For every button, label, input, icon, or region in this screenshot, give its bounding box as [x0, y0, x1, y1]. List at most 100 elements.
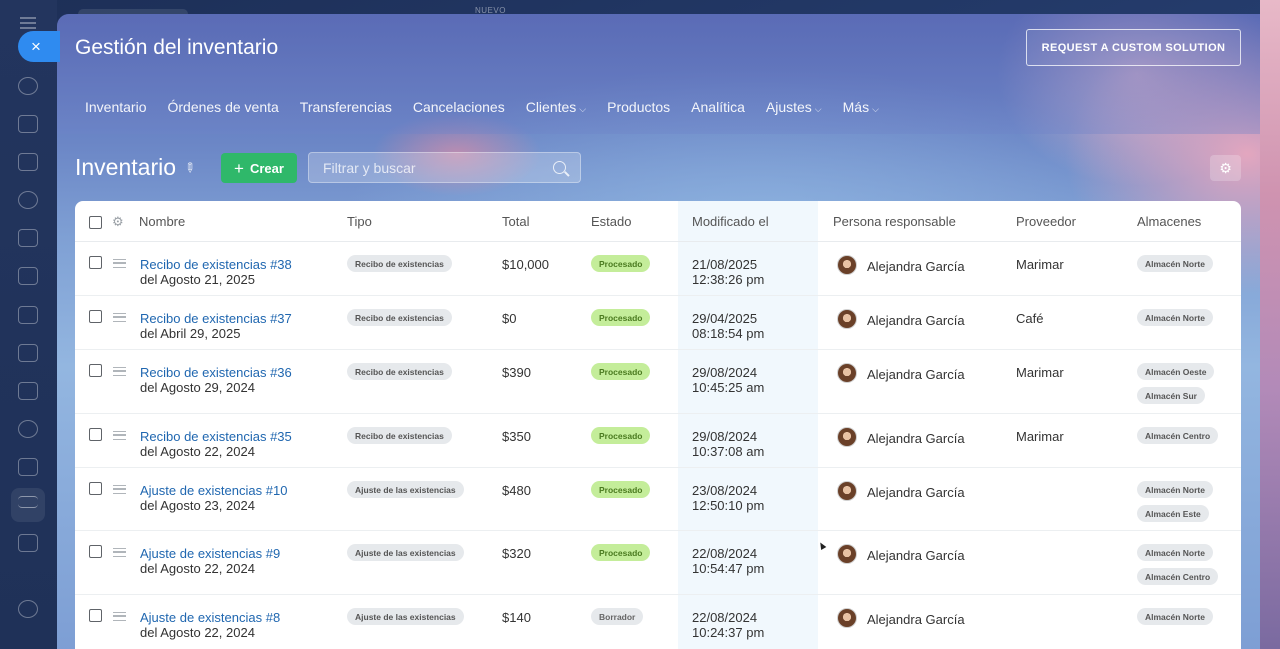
inventory-panel: Gestión del inventario REQUEST A CUSTOM …	[57, 14, 1260, 649]
calendar-icon[interactable]	[18, 229, 38, 247]
table-row[interactable]: Recibo de existencias #35 del Agosto 22, …	[75, 414, 1241, 468]
row-checkbox[interactable]	[89, 364, 102, 377]
responsible-person[interactable]: Alejandra García	[867, 548, 965, 563]
avatar[interactable]	[837, 363, 857, 383]
row-checkbox[interactable]	[89, 256, 102, 269]
settings-hex-icon[interactable]	[18, 191, 38, 209]
settings-gear-button[interactable]: ⚙	[1210, 155, 1241, 181]
row-name-link[interactable]: Recibo de existencias #37	[140, 311, 292, 326]
nav-item-7[interactable]: Ajustes ⌵	[756, 99, 833, 115]
nav-item-8[interactable]: Más ⌵	[833, 99, 890, 115]
chevron-down-icon: ⌵	[872, 104, 879, 114]
row-name-link[interactable]: Recibo de existencias #36	[140, 365, 292, 380]
row-name-link[interactable]: Ajuste de existencias #10	[140, 483, 287, 498]
nav-item-6[interactable]: Analítica	[681, 99, 756, 115]
nav-item-0[interactable]: Inventario	[75, 99, 157, 115]
activity-icon[interactable]	[18, 77, 38, 95]
select-all-checkbox[interactable]	[89, 216, 102, 229]
drag-handle-icon[interactable]	[113, 431, 126, 440]
search-input[interactable]	[323, 159, 543, 176]
row-total: $480	[502, 483, 531, 498]
row-name-link[interactable]: Recibo de existencias #35	[140, 429, 292, 444]
drag-handle-icon[interactable]	[113, 367, 126, 376]
drag-handle-icon[interactable]	[113, 612, 126, 621]
row-name-link[interactable]: Ajuste de existencias #8	[140, 610, 280, 625]
document-icon[interactable]	[18, 267, 38, 285]
board-icon[interactable]	[18, 306, 38, 324]
row-checkbox[interactable]	[89, 310, 102, 323]
responsible-person[interactable]: Alejandra García	[867, 367, 965, 382]
close-button[interactable]: ×	[18, 31, 60, 62]
inventory-icon[interactable]	[18, 496, 38, 508]
pin-icon[interactable]: ✎	[180, 158, 199, 177]
warehouse-badge: Almacén Sur	[1137, 387, 1205, 404]
nav-item-3[interactable]: Cancelaciones	[403, 99, 516, 115]
table-row[interactable]: Recibo de existencias #38 del Agosto 21, …	[75, 242, 1241, 296]
table-row[interactable]: Ajuste de existencias #9 del Agosto 22, 2…	[75, 531, 1241, 595]
mail-icon[interactable]	[18, 382, 38, 400]
table-header: ⚙ Nombre Tipo Total Estado Modificado el…	[75, 201, 1241, 242]
request-custom-solution-button[interactable]: REQUEST A CUSTOM SOLUTION	[1026, 29, 1241, 66]
card-icon[interactable]	[18, 344, 38, 362]
table-row[interactable]: Ajuste de existencias #8 del Agosto 22, 2…	[75, 595, 1241, 649]
row-date: del Agosto 22, 2024	[140, 561, 255, 576]
drag-handle-icon[interactable]	[113, 548, 126, 557]
avatar[interactable]	[837, 481, 857, 501]
column-header-status[interactable]: Estado	[591, 214, 631, 229]
column-header-supplier[interactable]: Proveedor	[1016, 214, 1076, 229]
menu-icon[interactable]	[20, 17, 36, 29]
responsible-person[interactable]: Alejandra García	[867, 259, 965, 274]
nav-item-5[interactable]: Productos	[597, 99, 681, 115]
row-checkbox[interactable]	[89, 482, 102, 495]
column-header-total[interactable]: Total	[502, 214, 529, 229]
column-header-modified[interactable]: Modificado el	[692, 214, 769, 229]
robot-icon[interactable]	[18, 534, 38, 552]
avatar[interactable]	[837, 544, 857, 564]
row-name-link[interactable]: Ajuste de existencias #9	[140, 546, 280, 561]
nav-item-1[interactable]: Órdenes de venta	[157, 99, 289, 115]
nav-item-label: Inventario	[85, 99, 147, 115]
type-badge: Recibo de existencias	[347, 363, 452, 380]
row-name-link[interactable]: Recibo de existencias #38	[140, 257, 292, 272]
contacts-icon[interactable]	[18, 420, 38, 438]
column-settings-icon[interactable]: ⚙	[112, 214, 124, 230]
responsible-person[interactable]: Alejandra García	[867, 431, 965, 446]
help-icon[interactable]	[18, 600, 38, 618]
feed-icon[interactable]	[18, 153, 38, 171]
responsible-person[interactable]: Alejandra García	[867, 313, 965, 328]
column-header-responsible[interactable]: Persona responsable	[833, 214, 956, 229]
responsible-person[interactable]: Alejandra García	[867, 612, 965, 627]
row-checkbox[interactable]	[89, 545, 102, 558]
table-row[interactable]: Recibo de existencias #37 del Abril 29, 2…	[75, 296, 1241, 350]
row-checkbox[interactable]	[89, 428, 102, 441]
chat-icon[interactable]	[18, 115, 38, 133]
avatar[interactable]	[837, 608, 857, 628]
status-badge: Borrador	[591, 608, 644, 625]
search-icon[interactable]	[553, 161, 566, 174]
nav-item-4[interactable]: Clientes ⌵	[516, 99, 597, 115]
nav-item-2[interactable]: Transferencias	[290, 99, 403, 115]
responsible-person[interactable]: Alejandra García	[867, 485, 965, 500]
chevron-down-icon: ⌵	[814, 104, 822, 114]
modified-date: 29/04/2025	[692, 311, 758, 326]
column-header-type[interactable]: Tipo	[347, 214, 372, 229]
warehouse-badge: Almacén Centro	[1137, 427, 1219, 444]
drag-handle-icon[interactable]	[113, 485, 126, 494]
row-total: $10,000	[502, 257, 549, 272]
avatar[interactable]	[837, 255, 857, 275]
column-header-warehouses[interactable]: Almacenes	[1137, 214, 1201, 229]
nav-item-label: Cancelaciones	[412, 99, 505, 115]
create-label: Crear	[249, 160, 284, 176]
table-row[interactable]: Recibo de existencias #36 del Agosto 29, …	[75, 350, 1241, 414]
drag-handle-icon[interactable]	[113, 259, 126, 268]
tasks-icon[interactable]	[18, 458, 38, 476]
create-button[interactable]: + Crear	[221, 153, 297, 183]
search-box[interactable]	[308, 152, 581, 183]
row-checkbox[interactable]	[89, 609, 102, 622]
avatar[interactable]	[837, 427, 857, 447]
table-row[interactable]: Ajuste de existencias #10 del Agosto 23, …	[75, 468, 1241, 531]
inventory-table: ⚙ Nombre Tipo Total Estado Modificado el…	[75, 201, 1241, 649]
column-header-name[interactable]: Nombre	[139, 214, 185, 229]
avatar[interactable]	[837, 309, 857, 329]
drag-handle-icon[interactable]	[113, 313, 126, 322]
